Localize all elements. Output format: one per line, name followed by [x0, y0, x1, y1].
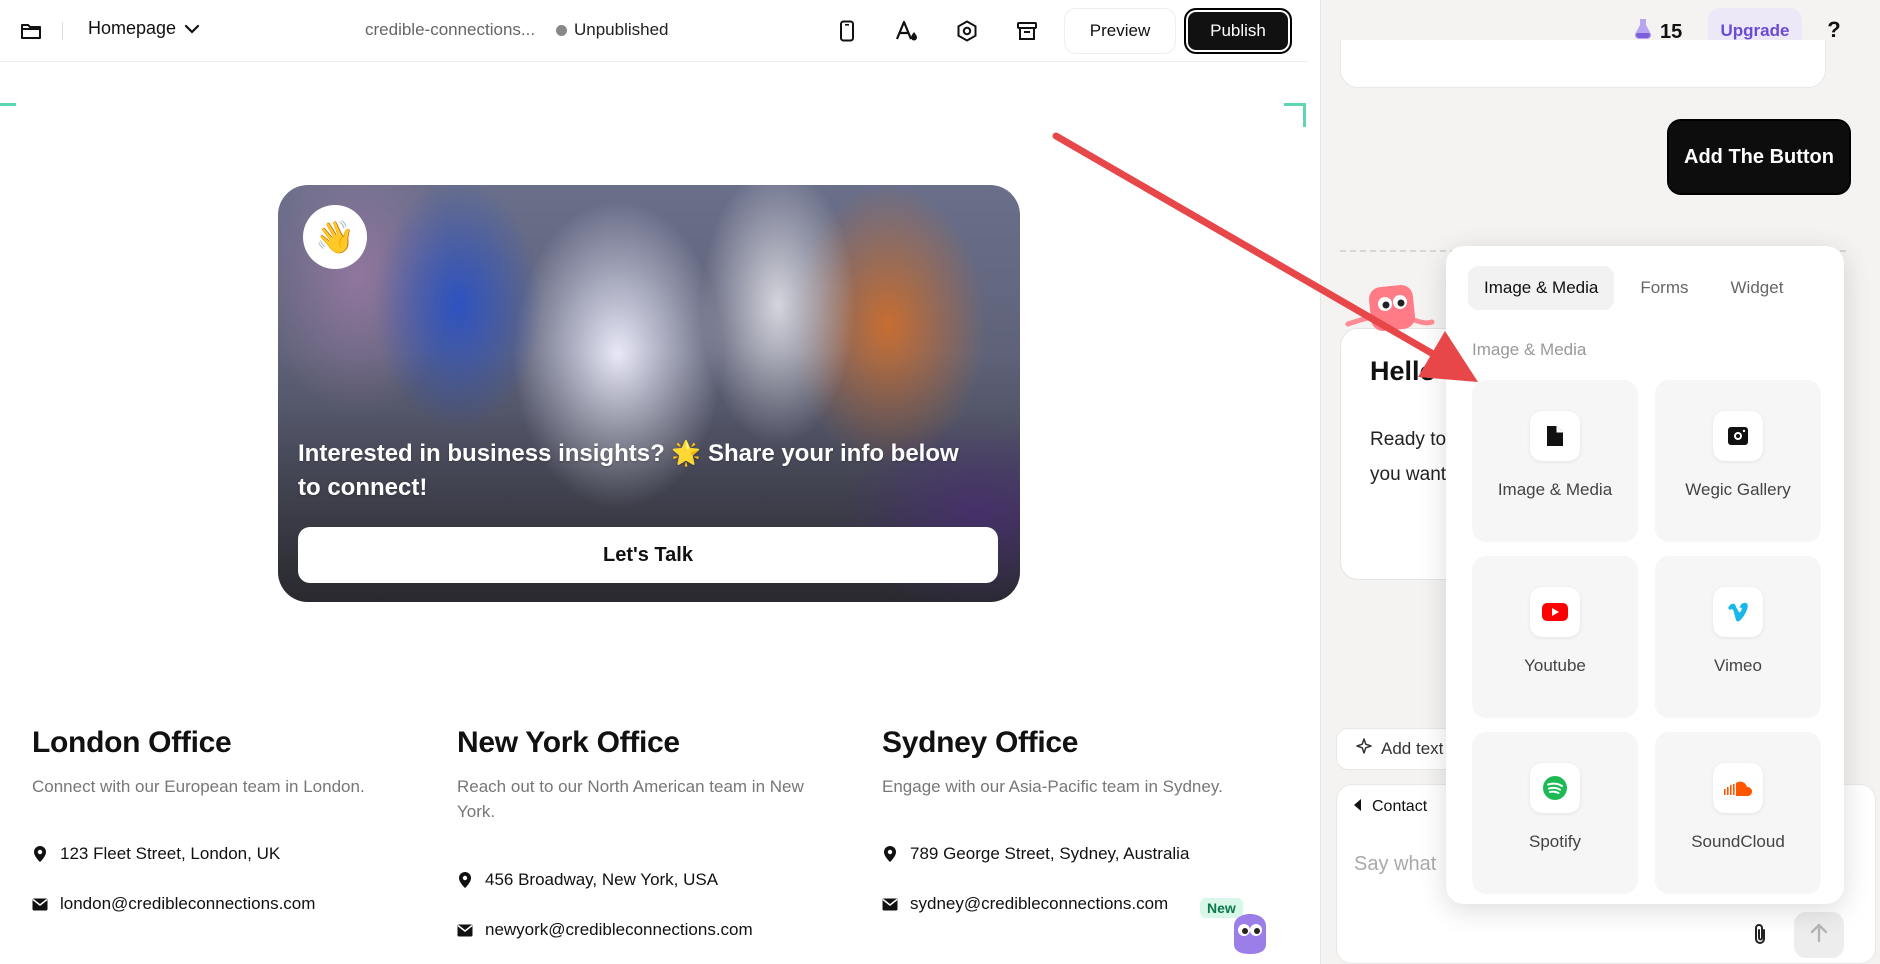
preview-button[interactable]: Preview: [1064, 8, 1176, 54]
topbar-divider: [62, 22, 63, 40]
picker-tabs: Image & Media Forms Widget: [1468, 266, 1799, 310]
hero-text[interactable]: Interested in business insights? 🌟 Share…: [298, 437, 978, 505]
publish-status: Unpublished: [556, 20, 669, 40]
add-text-button[interactable]: Add text: [1336, 728, 1456, 770]
assistant-mascot-icon[interactable]: [1228, 912, 1270, 956]
caret-left-icon: [1354, 798, 1362, 816]
spotify-icon: [1530, 763, 1580, 813]
office-sydney: Sydney Office Engage with our Asia-Pacif…: [882, 726, 1242, 913]
app-root: Homepage credible-connections... Unpubli…: [0, 0, 1880, 964]
context-chip[interactable]: Contact: [1354, 798, 1427, 816]
office-title: Sydney Office: [882, 726, 1079, 759]
hero-card[interactable]: 👋 Interested in business insights? 🌟 Sha…: [278, 185, 1020, 602]
selection-corner-left: [0, 103, 16, 106]
office-description: Engage with our Asia-Pacific team in Syd…: [882, 777, 1223, 796]
publish-button[interactable]: Publish: [1184, 8, 1292, 54]
tile-youtube[interactable]: Youtube: [1472, 556, 1638, 718]
location-pin-icon: [882, 845, 898, 863]
office-title: London Office: [32, 726, 232, 759]
office-new-york: New York Office Reach out to our North A…: [457, 726, 817, 939]
office-email: london@credibleconnections.com: [32, 894, 315, 914]
office-description: Reach out to our North American team in …: [457, 777, 804, 821]
tile-spotify[interactable]: Spotify: [1472, 732, 1638, 894]
gallery-icon: [1713, 411, 1763, 461]
mail-icon: [32, 895, 48, 913]
chat-message-title: Hello: [1370, 356, 1437, 386]
editor: Homepage credible-connections... Unpubli…: [0, 0, 1308, 964]
office-london: London Office Connect with our European …: [32, 726, 392, 913]
attach-icon[interactable]: [1748, 922, 1772, 946]
tab-image-media[interactable]: Image & Media: [1468, 266, 1615, 310]
tile-image-media[interactable]: Image & Media: [1472, 380, 1638, 542]
arrow-up-icon: [1810, 923, 1828, 948]
office-email-text[interactable]: sydney@credibleconnections.com: [910, 894, 1168, 914]
send-button[interactable]: [1794, 912, 1844, 958]
location-pin-icon: [32, 845, 48, 863]
office-email: newyork@credibleconnections.com: [457, 920, 753, 940]
section-label: Image & Media: [1472, 340, 1587, 359]
tab-widget[interactable]: Widget: [1715, 266, 1800, 310]
tile-soundcloud[interactable]: SoundCloud: [1655, 732, 1821, 894]
editor-topbar: Homepage credible-connections... Unpubli…: [0, 0, 1308, 62]
wave-emoji-icon: 👋: [303, 205, 367, 269]
office-address: 456 Broadway, New York, USA: [457, 870, 718, 890]
location-pin-icon: [457, 871, 473, 889]
file-icon: [1530, 411, 1580, 461]
tile-label: Spotify: [1529, 832, 1581, 851]
context-chip-label: Contact: [1372, 798, 1428, 815]
office-title: New York Office: [457, 726, 680, 759]
pink-mascot-icon: [1344, 280, 1438, 338]
chat-input[interactable]: Say what: [1354, 853, 1436, 876]
tile-vimeo[interactable]: Vimeo: [1655, 556, 1821, 718]
office-description: Connect with our European team in London…: [32, 777, 365, 796]
archive-icon[interactable]: [1013, 17, 1041, 45]
office-email-text[interactable]: london@credibleconnections.com: [60, 894, 315, 914]
youtube-icon: [1530, 587, 1580, 637]
tile-label: Youtube: [1524, 656, 1586, 675]
page-selector[interactable]: Homepage: [88, 18, 200, 39]
soundcloud-icon: [1713, 763, 1763, 813]
tile-label: Vimeo: [1714, 656, 1762, 675]
office-address-text: 789 George Street, Sydney, Australia: [910, 844, 1190, 863]
component-picker-popover: Image & Media Forms Widget Image & Media…: [1446, 246, 1844, 904]
settings-hex-icon[interactable]: [953, 17, 981, 45]
folder-icon[interactable]: [18, 18, 44, 44]
status-label: Unpublished: [574, 20, 669, 39]
office-email-text[interactable]: newyork@credibleconnections.com: [485, 920, 753, 940]
vimeo-icon: [1713, 587, 1763, 637]
office-address-text: 123 Fleet Street, London, UK: [60, 844, 281, 863]
tile-wegic-gallery[interactable]: Wegic Gallery: [1655, 380, 1821, 542]
tab-forms[interactable]: Forms: [1624, 266, 1704, 310]
status-dot-icon: [556, 24, 567, 36]
mail-icon: [457, 921, 473, 939]
office-address: 123 Fleet Street, London, UK: [32, 844, 280, 864]
tile-label: Wegic Gallery: [1685, 480, 1791, 499]
tile-label: Image & Media: [1497, 480, 1613, 499]
sparkle-icon: [1355, 737, 1373, 761]
lets-talk-button[interactable]: Let's Talk: [298, 527, 998, 583]
office-address-text: 456 Broadway, New York, USA: [485, 870, 719, 889]
add-text-label: Add text: [1381, 739, 1444, 758]
tile-label: SoundCloud: [1691, 832, 1785, 851]
office-email: sydney@credibleconnections.com: [882, 894, 1168, 914]
picker-grid: Image & Media Wegic Gallery Youtube Vime…: [1472, 380, 1821, 894]
mail-icon: [882, 895, 898, 913]
add-the-button-message: Add The Button: [1667, 119, 1851, 195]
page-name: Homepage: [88, 18, 177, 38]
selection-corner-right-vertical: [1303, 103, 1306, 127]
previous-message-card: [1340, 40, 1826, 88]
chevron-down-icon: [184, 18, 200, 39]
office-address: 789 George Street, Sydney, Australia: [882, 844, 1189, 864]
font-style-icon[interactable]: [893, 17, 921, 45]
site-slug: credible-connections...: [365, 20, 536, 39]
mobile-view-icon[interactable]: [833, 17, 861, 45]
